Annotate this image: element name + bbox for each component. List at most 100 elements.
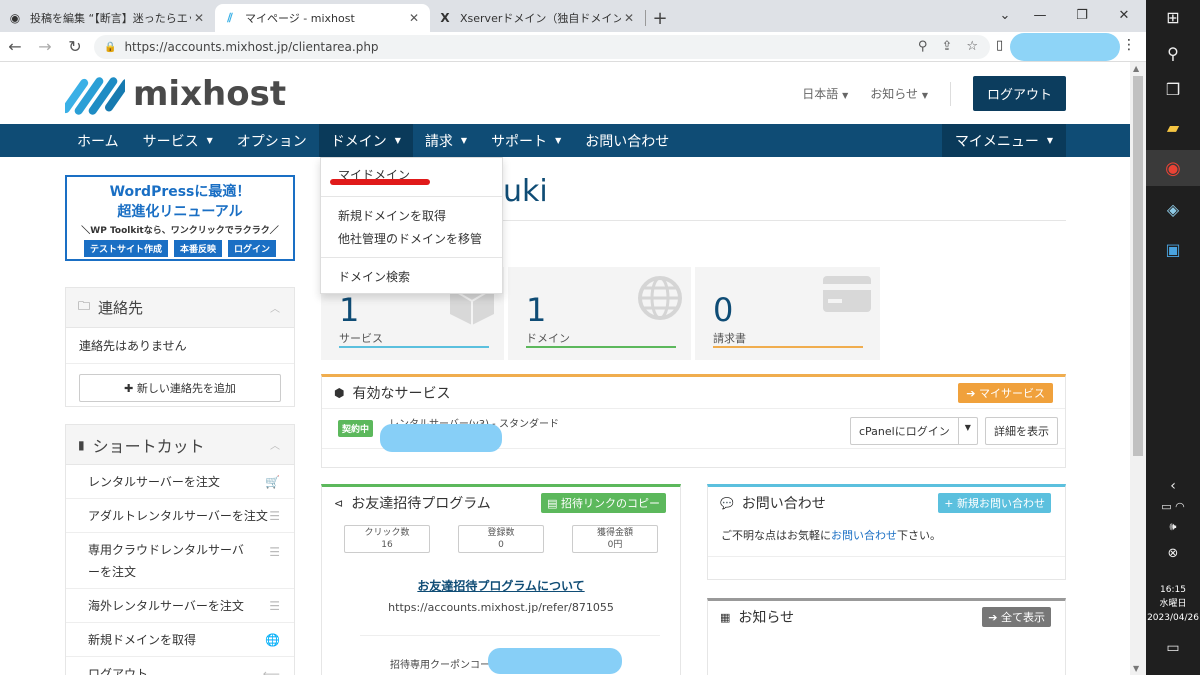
cpanel-login-button[interactable]: cPanelにログイン — [850, 417, 959, 445]
shortcut-logout[interactable]: ログアウト ⟵ — [66, 657, 294, 675]
nav-mymenu[interactable]: マイメニュー ▼ — [942, 124, 1066, 157]
view-details-button[interactable]: 詳細を表示 — [985, 417, 1058, 445]
globe-icon — [638, 276, 682, 320]
shortcut-cloud-server[interactable]: 専用クラウドレンタルサーバーを注文 ☰ — [66, 533, 294, 589]
add-contact-button[interactable]: ✚ 新しい連絡先を追加 — [79, 374, 281, 402]
close-circle-icon[interactable]: ⊗ — [1146, 546, 1200, 561]
button-label: 全て表示 — [1001, 611, 1045, 624]
caret-down-icon: ▼ — [394, 136, 401, 145]
notification-icon[interactable]: ▭ — [1146, 640, 1200, 656]
task-view-icon[interactable]: ❒ — [1146, 80, 1200, 99]
nav-support[interactable]: サポート ▼ — [479, 124, 573, 157]
app-icon[interactable]: ◈ — [1146, 200, 1200, 219]
photos-icon[interactable]: ▣ — [1146, 240, 1200, 259]
close-window-icon[interactable]: ✕ — [1104, 0, 1144, 30]
shortcut-adult-server[interactable]: アダルトレンタルサーバーを注文 ☰ — [66, 499, 294, 533]
mixhost-logo[interactable]: mixhost — [65, 72, 286, 116]
domain-dropdown-menu: マイドメイン 新規ドメインを取得 他社管理のドメインを移管 ドメイン検索 — [320, 157, 503, 294]
nav-domain[interactable]: ドメイン ▼ — [318, 124, 413, 157]
profile-redacted[interactable] — [1010, 33, 1120, 61]
referral-panel: ⊲ お友達招待プログラム ▤ 招待リンクのコピー クリック数 16 登録数 0 獲得… — [321, 484, 681, 675]
scrollbar-thumb[interactable] — [1133, 76, 1143, 456]
wordpress-icon: ◉ — [9, 11, 21, 25]
nav-options[interactable]: オプション — [225, 124, 319, 157]
reload-icon[interactable]: ↻ — [60, 37, 90, 56]
view-all-news-button[interactable]: ➔ 全て表示 — [982, 607, 1051, 627]
mini-stat-value: 0 — [498, 540, 504, 550]
clock-time[interactable]: 16:15 — [1146, 584, 1200, 597]
logout-button[interactable]: ログアウト — [972, 76, 1066, 111]
tab-mixhost[interactable]: ⫽ マイページ - mixhost ✕ — [215, 4, 430, 32]
chevron-up-icon[interactable]: ︿ — [270, 300, 280, 315]
list-icon: ☰ — [269, 508, 280, 523]
button-label: 新しい連絡先を追加 — [136, 382, 236, 395]
my-services-button[interactable]: ➔ マイサービス — [958, 382, 1053, 403]
tab-xserver[interactable]: X Xserverドメイン（独自ドメイン）移管 ✕ — [430, 4, 645, 32]
referral-about-link[interactable]: お友達招待プログラムについて — [322, 577, 680, 594]
copy-invite-link-button[interactable]: ▤ 招待リンクのコピー — [541, 493, 666, 513]
back-icon[interactable]: ← — [0, 37, 30, 56]
shortcut-overseas-server[interactable]: 海外レンタルサーバーを注文 ☰ — [66, 589, 294, 623]
username-heading: uki — [503, 174, 548, 209]
nav-contact[interactable]: お問い合わせ — [573, 124, 681, 157]
shortcuts-panel: ▮ ショートカット ︿ レンタルサーバーを注文 🛒 アダルトレンタルサーバーを注文… — [65, 424, 295, 675]
url-bar[interactable]: 🔒 https://accounts.mixhost.jp/clientarea… — [94, 35, 990, 59]
cpanel-split-button: cPanelにログイン ▼ — [850, 417, 978, 445]
show-hidden-icons-chevron[interactable]: ‹ — [1146, 478, 1200, 494]
close-tab-icon[interactable]: ✕ — [191, 11, 207, 25]
wordpress-promo-banner[interactable]: WordPressに最適！ 超進化リニューアル ＼WP Toolkitなら、ワン… — [65, 175, 295, 261]
minimize-icon[interactable]: — — [1020, 0, 1060, 30]
new-tab-icon[interactable]: + — [646, 4, 674, 32]
new-inquiry-button[interactable]: + 新規お問い合わせ — [938, 493, 1051, 513]
language-selector[interactable]: 日本語 ▼ — [802, 85, 848, 102]
close-tab-icon[interactable]: ✕ — [621, 11, 637, 25]
notice-menu[interactable]: お知らせ ▼ — [870, 85, 928, 102]
stat-value: 1 — [526, 291, 547, 329]
zoom-icon[interactable]: ⚲ — [918, 39, 928, 54]
tab-search-chevron-icon[interactable]: ⌄ — [985, 0, 1025, 30]
tab-title: マイページ - mixhost — [245, 12, 355, 25]
link-label: ログアウト — [88, 667, 149, 675]
close-tab-icon[interactable]: ✕ — [406, 11, 422, 25]
forward-icon[interactable]: → — [30, 37, 60, 56]
shortcut-rental-server[interactable]: レンタルサーバーを注文 🛒 — [66, 465, 294, 499]
windows-start-icon[interactable]: ⊞ — [1146, 8, 1200, 27]
stat-domains[interactable]: 1 ドメイン — [508, 267, 691, 360]
file-explorer-icon[interactable]: ▰ — [1146, 118, 1200, 137]
shortcut-new-domain[interactable]: 新規ドメインを取得 🌐 — [66, 623, 294, 657]
chevron-up-icon[interactable]: ︿ — [270, 437, 280, 452]
clock-weekday[interactable]: 水曜日 — [1146, 598, 1200, 611]
cart-icon: 🛒 — [265, 474, 280, 489]
inquiry-text-after: 下さい。 — [897, 529, 941, 542]
cube-icon: ⬢ — [334, 385, 345, 400]
menu-item-register-domain[interactable]: 新規ドメインを取得 — [321, 204, 502, 227]
caret-down-icon[interactable]: ▼ — [958, 417, 978, 445]
page-content: mixhost 日本語 ▼ お知らせ ▼ ログアウト ホーム サービス ▼ オプシ… — [0, 62, 1130, 675]
sidepanel-icon[interactable]: ▯ — [996, 38, 1003, 53]
inquiry-link[interactable]: お問い合わせ — [831, 529, 897, 542]
list-icon: ☰ — [269, 598, 280, 613]
battery-icon[interactable]: ▭ ◠ — [1146, 500, 1200, 513]
lock-icon: 🔒 — [104, 41, 117, 53]
stat-label: サービス — [339, 332, 383, 345]
address-toolbar: ← → ↻ 🔒 https://accounts.mixhost.jp/clie… — [0, 32, 1146, 62]
nav-billing[interactable]: 請求 ▼ — [413, 124, 479, 157]
page-scrollbar[interactable]: ▲ ▼ — [1130, 62, 1146, 675]
browser-menu-icon[interactable]: ⋮ — [1122, 37, 1136, 53]
stat-invoices[interactable]: 0 請求書 — [695, 267, 880, 360]
search-icon[interactable]: ⚲ — [1146, 44, 1200, 63]
menu-item-transfer-domain[interactable]: 他社管理のドメインを移管 — [321, 227, 502, 250]
chrome-taskbar-active[interactable]: ◉ — [1146, 150, 1200, 186]
bookmark-star-icon[interactable]: ☆ — [966, 39, 978, 54]
tab-wordpress[interactable]: ◉ 投稿を編集 “【断言】迷ったらエックス ✕ — [0, 4, 215, 32]
share-icon[interactable]: ⇪ — [941, 39, 952, 54]
scroll-down-icon[interactable]: ▼ — [1133, 664, 1139, 673]
restore-icon[interactable]: ❐ — [1062, 0, 1102, 30]
volume-icon[interactable]: 🕪 — [1146, 520, 1200, 534]
windows-taskbar: ⊞ ⚲ ❒ ▰ ◉ ◈ ▣ ‹ ▭ ◠ 🕪 ⊗ 16:15 水曜日 2023/0… — [1146, 0, 1200, 675]
menu-item-domain-search[interactable]: ドメイン検索 — [321, 265, 502, 289]
nav-services[interactable]: サービス ▼ — [131, 124, 225, 157]
scroll-up-icon[interactable]: ▲ — [1133, 64, 1139, 73]
nav-home[interactable]: ホーム — [65, 124, 131, 157]
clock-date[interactable]: 2023/04/26 — [1146, 612, 1200, 625]
